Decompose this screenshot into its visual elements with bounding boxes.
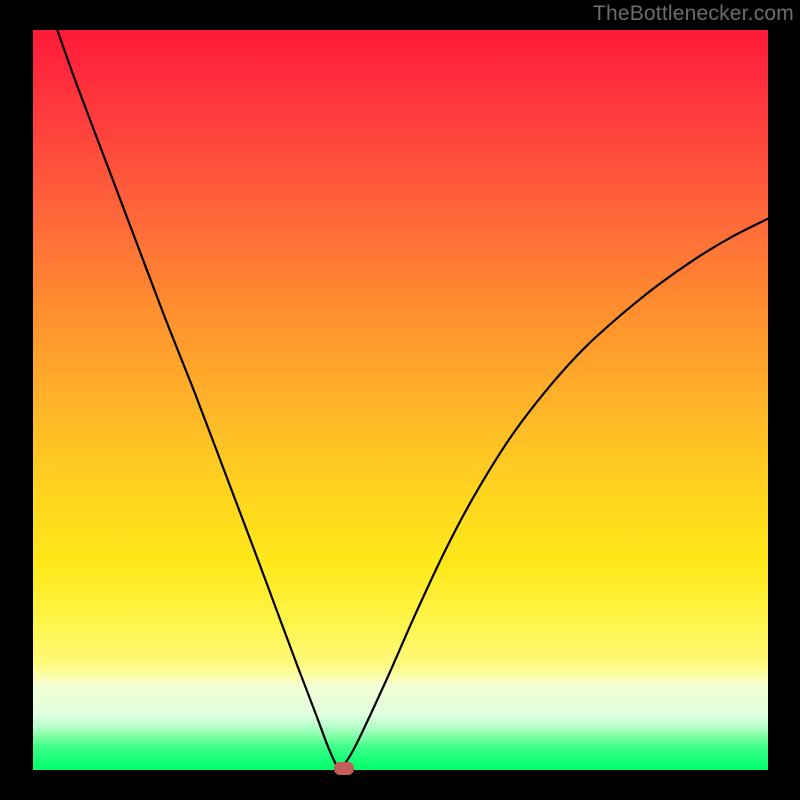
bottleneck-curve: [0, 0, 800, 800]
chart-frame: TheBottlenecker.com: [0, 0, 800, 800]
curve-minimum-marker: [334, 762, 354, 775]
watermark-text: TheBottlenecker.com: [593, 2, 794, 26]
